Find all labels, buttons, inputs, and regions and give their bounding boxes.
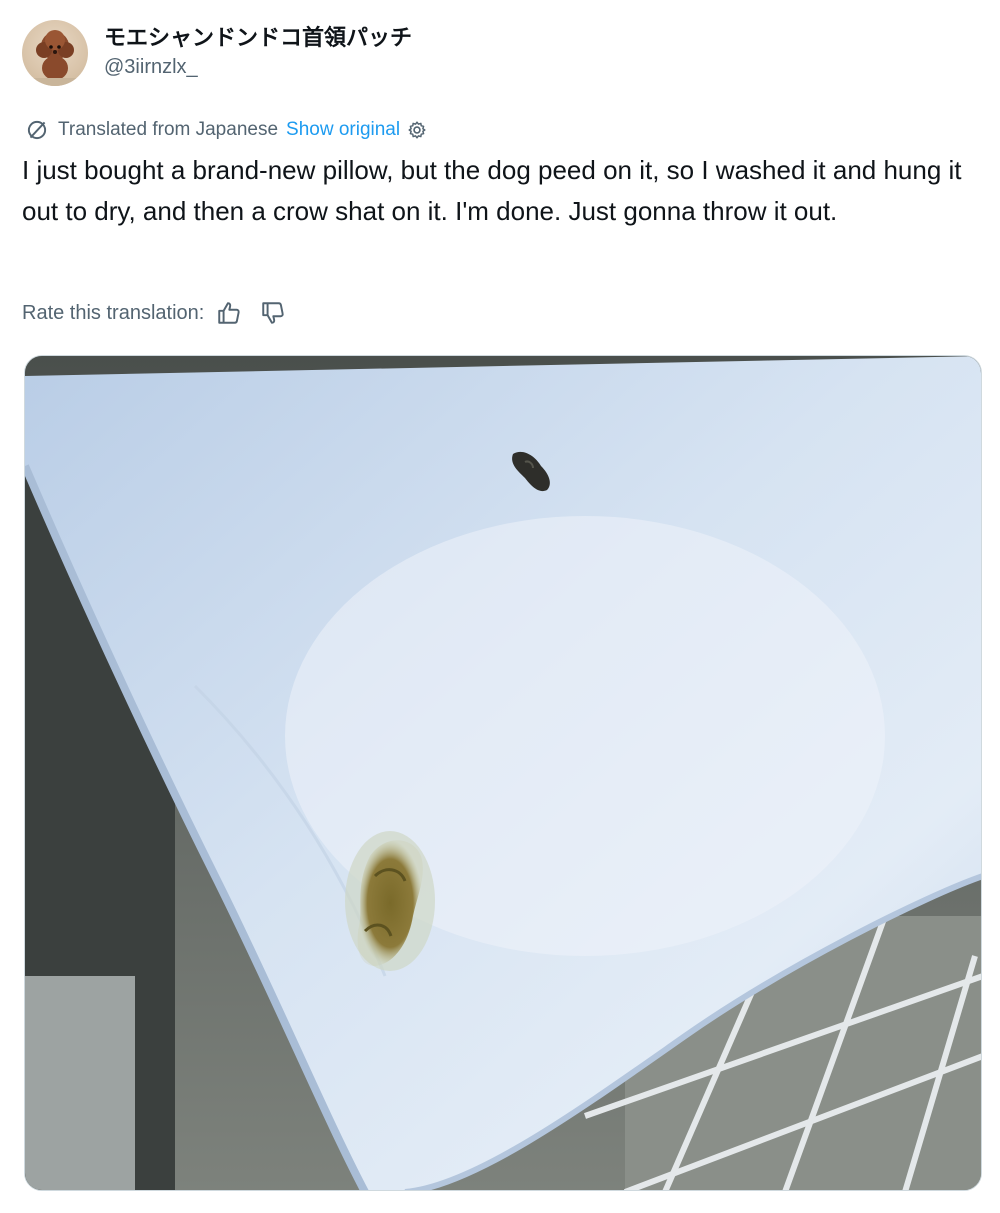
tweet-text: I just bought a brand-new pillow, but th…	[22, 155, 962, 226]
user-handle[interactable]: @3iirnzlx_	[104, 53, 412, 81]
rate-label: Rate this translation:	[22, 301, 205, 324]
tweet-header: モエシャンドンドコ首領パッチ @3iirnzlx_	[22, 18, 412, 88]
rate-translation: Rate this translation:	[22, 298, 286, 328]
author-names: モエシャンドンドコ首領パッチ @3iirnzlx_	[104, 25, 412, 81]
tweet-photo[interactable]	[24, 355, 982, 1191]
translation-notice: Translated from Japanese Show original	[24, 116, 428, 144]
display-name[interactable]: モエシャンドンドコ首領パッチ	[104, 25, 412, 53]
thumbs-down-icon[interactable]	[260, 300, 286, 326]
translate-icon	[27, 120, 47, 140]
show-original-link[interactable]: Show original	[286, 119, 400, 141]
thumbs-up-icon[interactable]	[216, 300, 242, 326]
avatar[interactable]	[22, 20, 88, 86]
gear-icon[interactable]	[406, 119, 428, 141]
translated-from-label: Translated from Japanese	[58, 119, 279, 140]
